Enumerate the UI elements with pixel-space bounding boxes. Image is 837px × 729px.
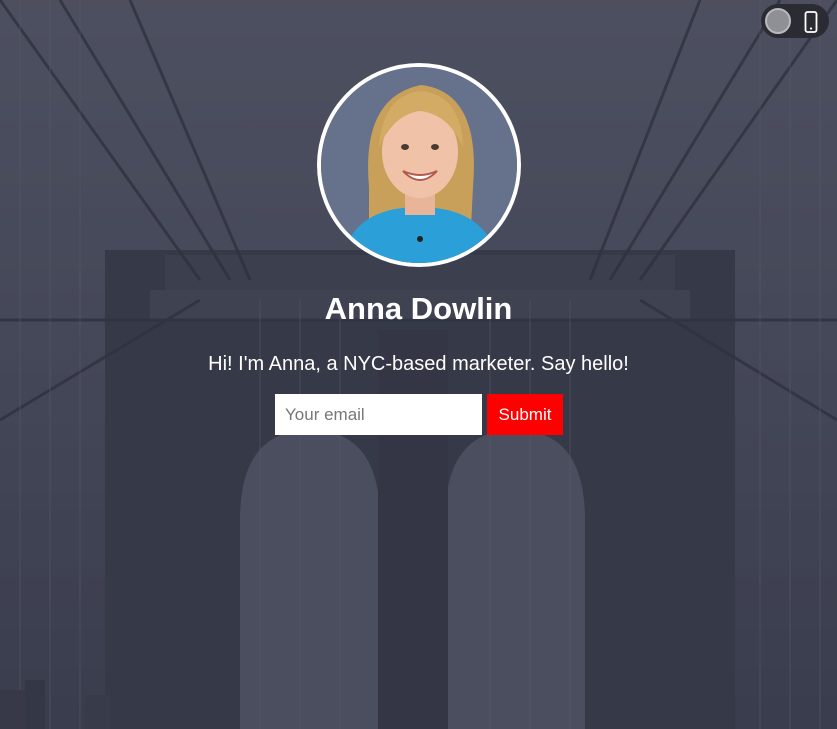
email-field[interactable] <box>275 394 482 435</box>
email-signup-form: Submit <box>0 394 837 435</box>
toggle-knob[interactable] <box>765 8 791 34</box>
profile-bio: Hi! I'm Anna, a NYC-based marketer. Say … <box>208 353 629 375</box>
mobile-phone-icon <box>804 11 818 38</box>
profile-name: Anna Dowlin <box>324 291 513 326</box>
submit-button[interactable]: Submit <box>487 394 563 435</box>
profile-photo <box>320 67 517 263</box>
landing-page: Anna Dowlin Hi! I'm Anna, a NYC-based ma… <box>0 0 837 729</box>
view-mode-toggle[interactable] <box>761 4 829 38</box>
avatar <box>316 63 521 267</box>
profile-section: Anna Dowlin Hi! I'm Anna, a NYC-based ma… <box>0 63 837 435</box>
